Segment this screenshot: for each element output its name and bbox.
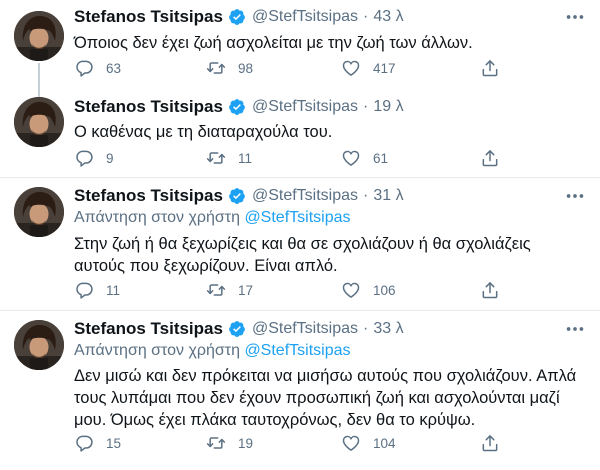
share-button[interactable] [480,432,500,454]
reply-context-label: Απάντηση στον χρήστη [74,342,240,359]
retweet-button[interactable]: 19 [206,432,253,454]
reply-icon [74,58,94,78]
like-button[interactable]: 417 [341,57,396,79]
like-icon [341,58,361,78]
more-options-icon[interactable] [564,6,586,28]
share-icon [480,433,500,453]
like-count: 104 [373,435,396,451]
user-handle[interactable]: @StefTsitsipas [252,187,358,205]
verified-badge-icon [228,320,246,338]
verified-badge-icon [228,8,246,26]
display-name[interactable]: Stefanos Tsitsipas [74,97,223,117]
tweet-text: Όποιος δεν έχει ζωή ασχολείται με την ζω… [74,34,473,52]
tweet[interactable]: Stefanos Tsitsipas @StefTsitsipas · 43 λ… [0,0,600,97]
reply-count: 9 [106,150,114,166]
display-name[interactable]: Stefanos Tsitsipas [74,319,223,339]
reply-context: Απάντηση στον χρήστη @StefTsitsipas [74,209,351,227]
like-count: 106 [373,282,396,298]
like-button[interactable]: 104 [341,432,396,454]
reply-context-label: Απάντηση στον χρήστη [74,209,240,226]
timestamp[interactable]: 19 λ [373,98,403,116]
avatar-photo [14,97,64,147]
timestamp[interactable]: 33 λ [373,320,403,338]
tweet-actions: 63 98 417 [74,57,514,79]
reply-mention-link[interactable]: @StefTsitsipas [244,342,350,359]
reply-button[interactable]: 9 [74,147,114,169]
retweet-icon [206,58,226,78]
retweet-icon [206,433,226,453]
tweet-actions: 15 19 104 [74,432,514,454]
more-options-icon[interactable] [564,185,586,207]
more-options-icon[interactable] [564,318,586,340]
retweet-icon [206,280,226,300]
avatar-photo [14,187,64,237]
reply-button[interactable]: 63 [74,57,121,79]
avatar[interactable] [14,11,64,61]
tweet-text: Στην ζωή ή θα ξεχωρίζεις και θα σε σχολι… [74,235,531,275]
retweet-button[interactable]: 17 [206,279,253,301]
display-name[interactable]: Stefanos Tsitsipas [74,186,223,206]
separator-dot: · [363,320,369,337]
tweet[interactable]: Stefanos Tsitsipas @StefTsitsipas · 33 λ… [0,311,600,470]
reply-count: 11 [106,282,121,298]
reply-mention-link[interactable]: @StefTsitsipas [244,209,350,226]
retweet-count: 19 [238,435,254,451]
share-icon [480,280,500,300]
like-button[interactable]: 106 [341,279,396,301]
like-icon [341,433,361,453]
like-count: 61 [373,150,389,166]
display-name[interactable]: Stefanos Tsitsipas [74,7,223,27]
tweet-header: Stefanos Tsitsipas @StefTsitsipas · 43 λ [74,5,404,29]
avatar[interactable] [14,97,64,147]
tweet-actions: 11 17 106 [74,279,514,301]
timestamp[interactable]: 31 λ [373,187,403,205]
reply-icon [74,148,94,168]
avatar[interactable] [14,320,64,370]
reply-icon [74,280,94,300]
share-button[interactable] [480,279,500,301]
user-handle[interactable]: @StefTsitsipas [252,8,358,26]
like-button[interactable]: 61 [341,147,388,169]
retweet-count: 17 [238,282,254,298]
share-icon [480,58,500,78]
tweet-text: Δεν μισώ και δεν πρόκειται να μισήσω αυτ… [74,367,577,429]
reply-count: 15 [106,435,122,451]
reply-button[interactable]: 15 [74,432,121,454]
retweet-count: 11 [238,150,253,166]
reply-icon [74,433,94,453]
avatar[interactable] [14,187,64,237]
avatar-photo [14,320,64,370]
tweet[interactable]: Stefanos Tsitsipas @StefTsitsipas · 31 λ… [0,178,600,310]
avatar-photo [14,11,64,61]
reply-context: Απάντηση στον χρήστη @StefTsitsipas [74,342,351,360]
retweet-icon [206,148,226,168]
timestamp[interactable]: 43 λ [373,8,403,26]
share-button[interactable] [480,147,500,169]
retweet-count: 98 [238,60,254,76]
reply-count: 63 [106,60,122,76]
like-icon [341,148,361,168]
separator-dot: · [363,98,369,115]
tweet-header: Stefanos Tsitsipas @StefTsitsipas · 33 λ [74,317,404,341]
like-icon [341,280,361,300]
verified-badge-icon [228,98,246,116]
tweet-header: Stefanos Tsitsipas @StefTsitsipas · 31 λ [74,184,404,208]
user-handle[interactable]: @StefTsitsipas [252,98,358,116]
tweet-actions: 9 11 61 [74,147,514,169]
user-handle[interactable]: @StefTsitsipas [252,320,358,338]
tweet-text: Ο καθένας με τη διαταραχούλα του. [74,123,333,141]
separator-dot: · [363,187,369,204]
retweet-button[interactable]: 98 [206,57,253,79]
tweet-header: Stefanos Tsitsipas @StefTsitsipas · 19 λ [74,95,404,119]
separator-dot: · [363,8,369,25]
share-icon [480,148,500,168]
tweet[interactable]: Stefanos Tsitsipas @StefTsitsipas · 19 λ… [0,92,600,177]
reply-button[interactable]: 11 [74,279,120,301]
verified-badge-icon [228,187,246,205]
retweet-button[interactable]: 11 [206,147,252,169]
share-button[interactable] [480,57,500,79]
like-count: 417 [373,60,396,76]
